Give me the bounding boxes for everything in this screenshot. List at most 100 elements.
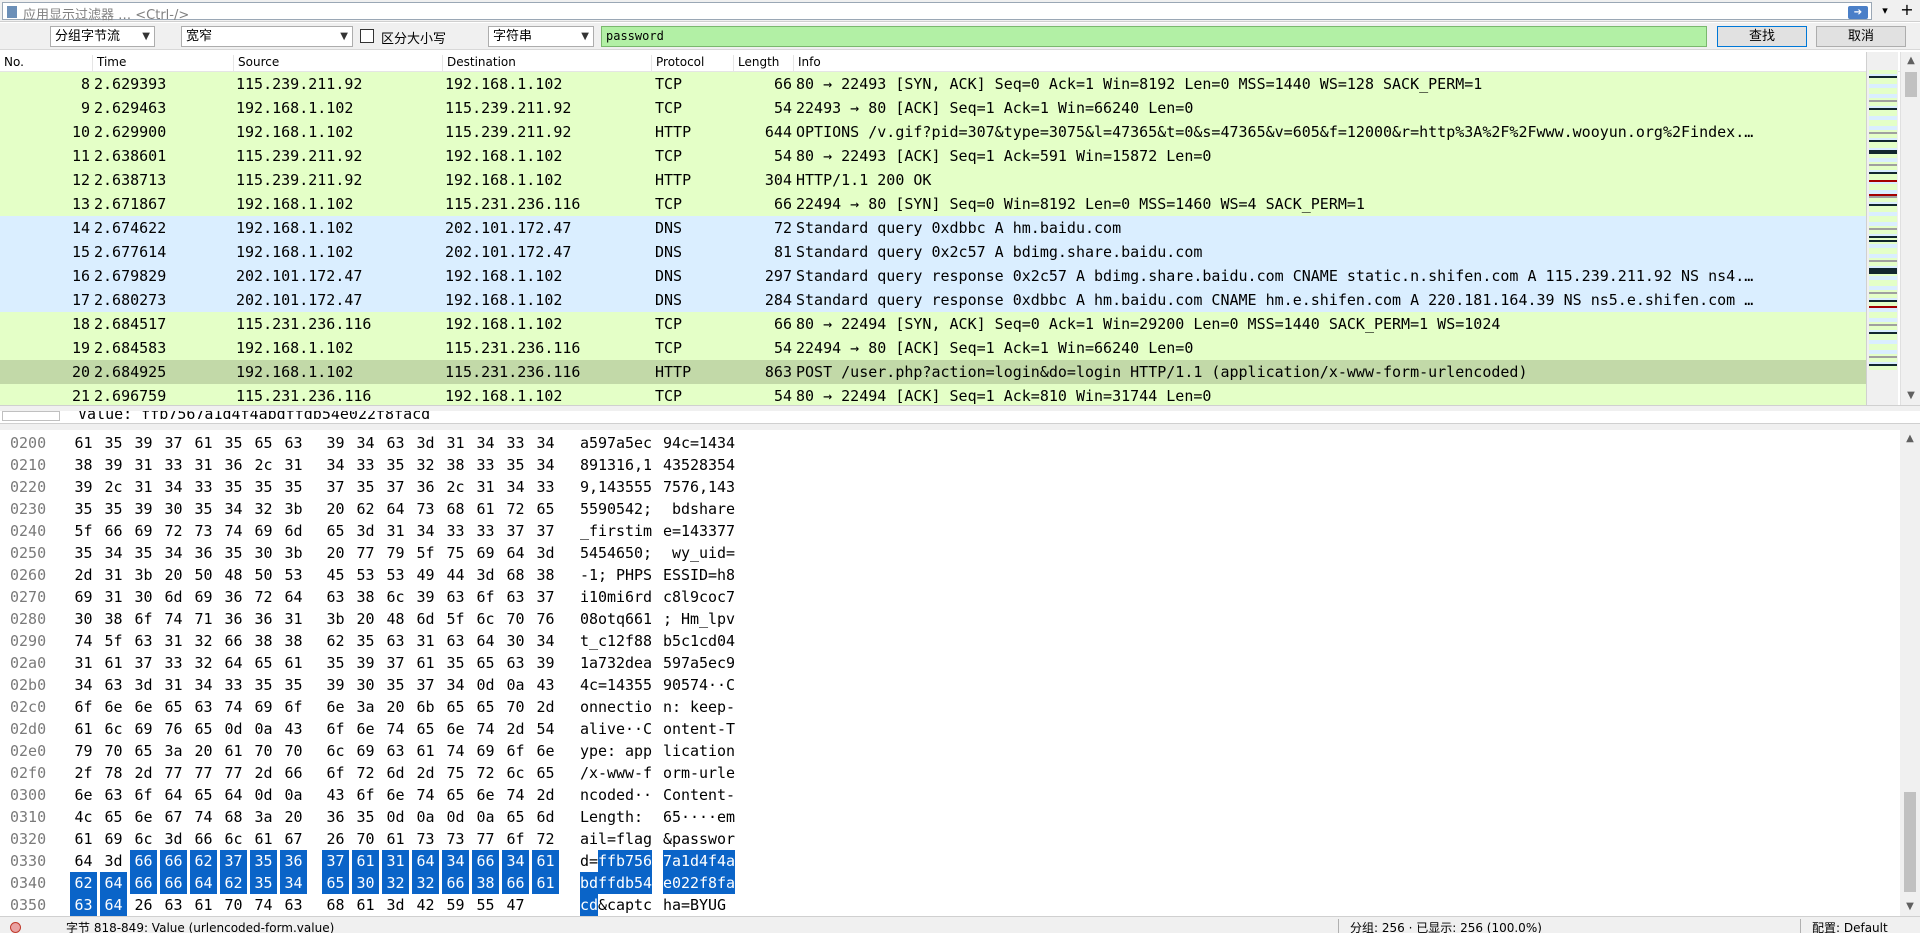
ascii-char[interactable]: H [625,564,634,586]
hex-byte[interactable]: 34 [472,432,499,454]
hex-byte[interactable]: 34 [160,542,187,564]
hex-byte[interactable]: 39 [130,432,157,454]
ascii-char[interactable]: h [625,806,634,828]
ascii-char[interactable]: 5 [663,652,672,674]
ascii-char[interactable]: a [625,740,634,762]
hex-byte[interactable]: 74 [220,696,247,718]
hex-byte[interactable]: 31 [160,630,187,652]
hex-byte[interactable]: 63 [70,894,97,916]
hex-byte[interactable]: 0a [502,674,529,696]
hex-byte[interactable]: 74 [472,718,499,740]
hex-byte[interactable]: 68 [322,894,349,916]
ascii-char[interactable]: r [708,762,717,784]
hex-byte[interactable]: 72 [160,520,187,542]
ascii-char[interactable]: d [625,652,634,674]
ascii-char[interactable]: 1 [643,608,652,630]
ascii-char[interactable]: a [726,872,735,894]
ascii-char[interactable]: 5 [672,476,681,498]
hex-byte[interactable]: 66 [220,630,247,652]
hex-byte[interactable]: 35 [250,674,277,696]
hex-byte[interactable]: 65 [472,696,499,718]
search-text-input[interactable]: password [601,26,1707,47]
hex-byte[interactable]: 35 [220,542,247,564]
hex-byte[interactable]: 63 [382,740,409,762]
ascii-char[interactable]: t [681,718,690,740]
hex-byte[interactable]: 6f [502,828,529,850]
ascii-char[interactable]: y [580,740,589,762]
hex-byte[interactable]: 31 [280,454,307,476]
ascii-char[interactable]: a [616,432,625,454]
hex-byte[interactable]: 66 [502,872,529,894]
ascii-char[interactable]: f [708,850,717,872]
ascii-char[interactable]: f [616,828,625,850]
packet-row[interactable]: 21 2.696759 115.231.236.116 192.168.1.102 TC… [0,384,1866,405]
hex-byte[interactable]: 37 [220,850,247,872]
ascii-char[interactable]: c [598,630,607,652]
ascii-char[interactable]: t [616,806,625,828]
hex-byte[interactable]: 73 [442,828,469,850]
ascii-char[interactable]: 9 [598,432,607,454]
ascii-char[interactable]: 5 [634,476,643,498]
hex-byte[interactable]: 61 [382,828,409,850]
display-filter-input[interactable]: 应用显示过滤器 … <Ctrl-/> ➔ [2,2,1872,23]
ascii-char[interactable]: · [625,718,634,740]
hex-byte[interactable]: 69 [472,542,499,564]
scroll-down-icon[interactable]: ▼ [1900,898,1920,916]
ascii-char[interactable]: 2 [616,630,625,652]
packet-row[interactable]: 12 2.638713 115.239.211.92 192.168.1.102 HTT… [0,168,1866,192]
hex-byte[interactable]: 62 [352,498,379,520]
hex-byte[interactable]: 63 [190,696,217,718]
column-header-no[interactable]: No. [0,55,24,71]
ascii-char[interactable]: 4 [690,520,699,542]
ascii-char[interactable]: a [681,828,690,850]
hex-byte[interactable]: 31 [442,432,469,454]
hex-byte[interactable]: 74 [382,718,409,740]
ascii-char[interactable]: _ [690,542,699,564]
hex-byte[interactable]: 37 [532,520,559,542]
ascii-char[interactable]: 4 [580,674,589,696]
ascii-char[interactable]: l [625,828,634,850]
packet-list-scrollbar[interactable]: ▲ ▼ [1900,52,1920,405]
hex-byte[interactable]: 6e [382,784,409,806]
ascii-char[interactable]: 8 [672,586,681,608]
ascii-char[interactable]: 7 [681,476,690,498]
hex-byte[interactable]: 62 [190,850,217,872]
cancel-button[interactable]: 取消 [1816,26,1906,47]
hex-byte[interactable]: 61 [472,498,499,520]
hex-byte[interactable]: 36 [280,850,307,872]
ascii-char[interactable]: b [625,872,634,894]
hex-byte[interactable]: 0a [412,806,439,828]
hex-byte[interactable]: 74 [70,630,97,652]
ascii-char[interactable]: C [663,784,672,806]
scroll-up-icon[interactable]: ▲ [1901,52,1920,70]
hex-byte[interactable]: 61 [352,850,379,872]
hex-byte[interactable]: 30 [250,542,277,564]
ascii-char[interactable]: 5 [625,476,634,498]
ascii-char[interactable]: 4 [726,432,735,454]
hex-byte[interactable]: 63 [322,586,349,608]
hex-byte[interactable]: 33 [160,454,187,476]
hex-byte[interactable]: 43 [280,718,307,740]
ascii-char[interactable]: 5 [681,454,690,476]
ascii-char[interactable] [663,498,672,520]
hex-byte[interactable]: 70 [502,608,529,630]
ascii-char[interactable]: 8 [643,630,652,652]
hex-byte[interactable]: 6d [280,520,307,542]
hex-byte[interactable]: 31 [412,630,439,652]
ascii-char[interactable]: f [607,850,616,872]
ascii-char[interactable]: S [681,564,690,586]
ascii-char[interactable]: S [643,564,652,586]
ascii-char[interactable]: e [699,696,708,718]
ascii-char[interactable]: h [663,894,672,916]
hex-byte[interactable]: 35 [250,850,277,872]
hex-byte[interactable]: 70 [220,894,247,916]
ascii-char[interactable]: s [616,520,625,542]
hex-byte[interactable]: 79 [382,542,409,564]
hex-byte[interactable]: 76 [532,608,559,630]
ascii-char[interactable]: · [681,806,690,828]
hex-byte[interactable]: 31 [100,564,127,586]
ascii-char[interactable]: w [616,762,625,784]
hex-byte[interactable]: 38 [472,872,499,894]
ascii-char[interactable]: l [681,586,690,608]
hex-byte[interactable]: 30 [352,674,379,696]
